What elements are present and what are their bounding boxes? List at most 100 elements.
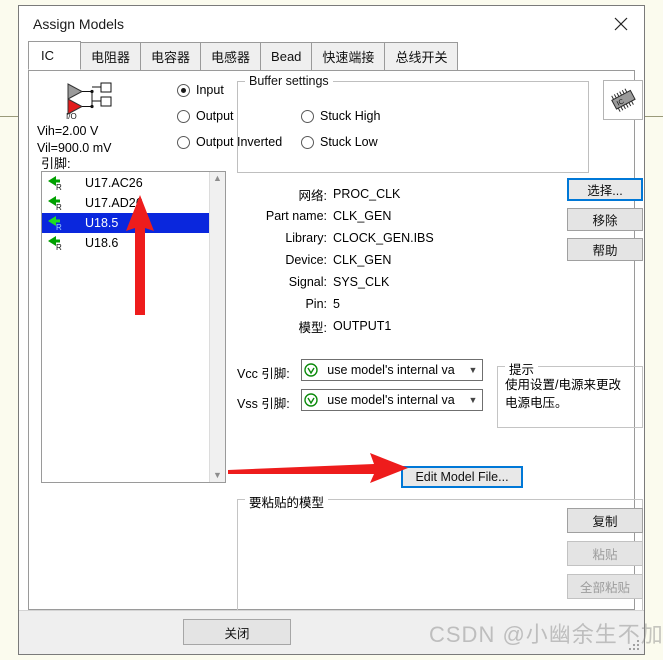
field-value: CLK_GEN (333, 209, 392, 223)
radio-output-inverted[interactable]: Output Inverted (177, 135, 282, 149)
radio-dot (177, 109, 190, 123)
title-bar: Assign Models (19, 6, 644, 42)
field-label: 网络: (298, 188, 327, 203)
svg-text:R: R (56, 223, 62, 231)
pin-list-scrollbar[interactable]: ▲ ▼ (209, 172, 225, 482)
vss-pin-label: Vss 引脚: (237, 397, 290, 411)
field-value: CLOCK_GEN.IBS (333, 231, 434, 245)
list-item[interactable]: R U17.AC26 (42, 173, 209, 193)
svg-text:R: R (56, 203, 62, 211)
svg-text:I/O: I/O (66, 112, 77, 121)
edit-model-file-button[interactable]: Edit Model File... (401, 466, 523, 488)
field-network: 网络: PROC_CLK (237, 183, 567, 205)
field-value: CLK_GEN (333, 253, 392, 267)
tab-resistor[interactable]: 电阻器 (80, 42, 142, 70)
tab-quick-term[interactable]: 快速端接 (311, 42, 386, 70)
tab-bus-switch[interactable]: 总线开关 (384, 42, 459, 70)
buffer-settings-group (237, 81, 589, 173)
pin-name: U18.5 (85, 216, 119, 230)
pin-list-rows: R U17.AC26 R U17.AD26 R U18.5 R U18.6 (42, 172, 209, 482)
svg-text:R: R (56, 243, 62, 251)
pin-list[interactable]: R U17.AC26 R U17.AD26 R U18.5 R U18.6 ▲ … (41, 171, 226, 483)
tab-inductor[interactable]: 电感器 (200, 42, 262, 70)
field-value: 5 (333, 297, 340, 311)
list-item-selected[interactable]: R U18.5 (42, 213, 209, 233)
tab-bar: IC 电阻器 电容器 电感器 Bead 快速端接 总线开关 (28, 41, 635, 71)
chevron-down-icon[interactable]: ▼ (464, 395, 482, 405)
ic-tab-page: Buffer settings I/O Vih=2.00 V Vil=900.0… (28, 71, 643, 649)
radio-input[interactable]: Input (177, 83, 224, 97)
field-label: Library: (285, 231, 327, 245)
chevron-down-icon[interactable]: ▼ (464, 365, 482, 375)
resize-grip[interactable] (628, 639, 640, 651)
field-library: Library: CLOCK_GEN.IBS (237, 227, 567, 249)
pin-input-r-icon: R (47, 195, 69, 212)
field-value: SYS_CLK (333, 275, 390, 289)
buffer-settings-legend: Buffer settings (245, 74, 333, 88)
page-title: Assign Models (33, 16, 125, 32)
field-device: Device: CLK_GEN (237, 249, 567, 271)
power-model-icon (302, 363, 320, 377)
tip-text: 使用设置/电源来更改 电源电压。 (505, 376, 637, 412)
svg-text:R: R (56, 183, 62, 191)
backdrop-divider-right (645, 116, 663, 117)
field-signal: Signal: SYS_CLK (237, 271, 567, 293)
ic-chip-icon: IC (603, 80, 643, 120)
tab-ic[interactable]: IC (28, 41, 81, 70)
field-label: 模型: (298, 320, 327, 335)
radio-stuck-low-label: Stuck Low (320, 135, 378, 149)
close-button[interactable]: 关闭 (183, 619, 291, 645)
vcc-pin-label: Vcc 引脚: (237, 367, 290, 381)
select-button[interactable]: 选择... (567, 178, 643, 201)
radio-stuck-high-label: Stuck High (320, 109, 381, 123)
field-model: 模型: OUTPUT1 (237, 315, 567, 337)
list-item[interactable]: R U17.AD26 (42, 193, 209, 213)
pin-input-r-icon: R (47, 235, 69, 252)
model-info-fields: 网络: PROC_CLK Part name: CLK_GEN Library:… (237, 183, 567, 337)
paste-all-button: 全部粘贴 (567, 574, 643, 599)
io-buffer-icon: I/O (64, 79, 122, 121)
models-to-paste-legend: 要粘贴的模型 (245, 492, 329, 511)
assign-models-dialog: Assign Models IC 电阻器 电容器 电感器 Bead 快速端接 总… (18, 5, 645, 655)
radio-dot (301, 135, 314, 149)
radio-output-inverted-label: Output Inverted (196, 135, 283, 149)
remove-button[interactable]: 移除 (567, 208, 643, 231)
close-icon[interactable] (598, 6, 644, 42)
pins-label: 引脚: (41, 156, 71, 171)
backdrop-divider-left (0, 116, 18, 117)
field-part-name: Part name: CLK_GEN (237, 205, 567, 227)
copy-button[interactable]: 复制 (567, 508, 643, 533)
vss-pin-dropdown[interactable]: use model's internal va ▼ (301, 389, 483, 411)
field-label: Device: (285, 253, 327, 267)
radio-input-label: Input (196, 83, 224, 97)
help-button[interactable]: 帮助 (567, 238, 643, 261)
field-label: Pin: (305, 297, 327, 311)
power-model-icon (302, 393, 320, 407)
pin-name: U17.AD26 (85, 196, 143, 210)
pin-input-r-icon: R (47, 175, 69, 192)
pin-input-r-icon: R (47, 215, 69, 232)
dialog-footer: 关闭 (19, 610, 644, 654)
tab-bead[interactable]: Bead (260, 42, 313, 70)
chevron-down-icon[interactable]: ▼ (213, 471, 222, 480)
field-value: OUTPUT1 (333, 319, 392, 333)
radio-dot (177, 135, 190, 149)
chevron-up-icon[interactable]: ▲ (213, 174, 222, 183)
vcc-pin-dropdown[interactable]: use model's internal va ▼ (301, 359, 483, 381)
radio-stuck-low[interactable]: Stuck Low (301, 135, 378, 149)
tab-capacitor[interactable]: 电容器 (140, 42, 202, 70)
vss-pin-value: use model's internal va (327, 393, 455, 407)
field-pin: Pin: 5 (237, 293, 567, 315)
radio-output[interactable]: Output (177, 109, 234, 123)
paste-button: 粘贴 (567, 541, 643, 566)
radio-dot (177, 83, 190, 97)
field-value: PROC_CLK (333, 187, 401, 201)
field-label: Part name: (265, 209, 327, 223)
pin-name: U18.6 (85, 236, 119, 250)
radio-stuck-high[interactable]: Stuck High (301, 109, 380, 123)
tip-line-2: 电源电压。 (505, 396, 568, 410)
pin-name: U17.AC26 (85, 176, 143, 190)
radio-dot (301, 109, 314, 123)
list-item[interactable]: R U18.6 (42, 233, 209, 253)
vcc-pin-value: use model's internal va (327, 363, 455, 377)
